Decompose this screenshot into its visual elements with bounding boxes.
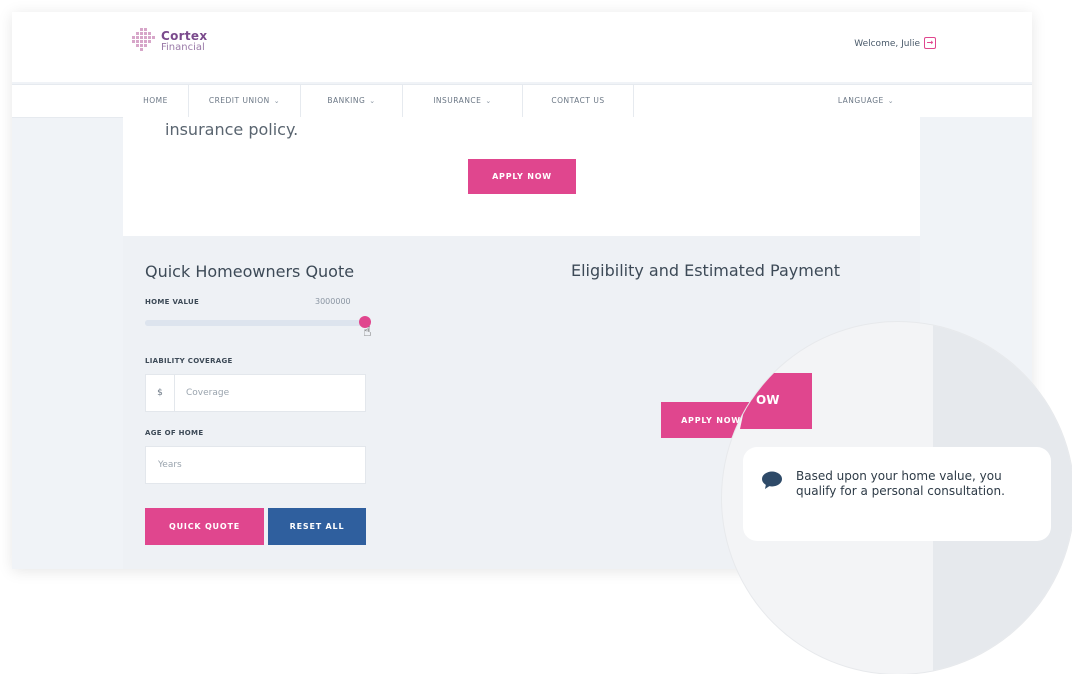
chevron-down-icon: ⌄ bbox=[887, 97, 895, 105]
main-nav: HOME CREDIT UNION ⌄ BANKING ⌄ INSURANCE ⌄ C… bbox=[12, 84, 1032, 118]
nav-home[interactable]: HOME bbox=[123, 85, 189, 117]
age-label: AGE OF HOME bbox=[145, 429, 204, 437]
nav-banking[interactable]: BANKING ⌄ bbox=[301, 85, 403, 117]
home-value-slider[interactable] bbox=[145, 320, 363, 326]
age-field[interactable]: Years bbox=[145, 446, 366, 484]
chat-bubble-icon bbox=[762, 471, 782, 489]
nav-home-label: HOME bbox=[143, 96, 168, 105]
consultation-tooltip: Based upon your home value, you qualify … bbox=[743, 447, 1051, 541]
apply-now-button[interactable]: APPLY NOW bbox=[468, 159, 576, 194]
header: Cortex Financial Welcome, Julie → bbox=[12, 12, 1032, 82]
home-value-readout: 3000000 bbox=[315, 297, 351, 306]
eligibility-title: Eligibility and Estimated Payment bbox=[571, 261, 841, 280]
reset-all-button[interactable]: RESET ALL bbox=[268, 508, 366, 545]
hand-cursor-icon: ☝ bbox=[363, 324, 372, 340]
brand-sub: Financial bbox=[161, 42, 205, 53]
nav-credit-union-label: CREDIT UNION bbox=[208, 96, 270, 105]
nav-banking-label: BANKING bbox=[327, 96, 366, 105]
quick-quote-button[interactable]: QUICK QUOTE bbox=[145, 508, 264, 545]
chevron-down-icon: ⌄ bbox=[369, 97, 376, 105]
slider-fill bbox=[145, 320, 363, 326]
chevron-down-icon: ⌄ bbox=[485, 97, 492, 105]
quote-title: Quick Homeowners Quote bbox=[145, 262, 355, 281]
nav-insurance-label: INSURANCE bbox=[433, 96, 482, 105]
age-placeholder: Years bbox=[158, 460, 182, 470]
nav-language[interactable]: LANGUAGE ⌄ bbox=[812, 85, 920, 117]
dollar-prefix: $ bbox=[146, 375, 175, 411]
magnified-button-text: OW bbox=[756, 393, 780, 407]
policy-section: insurance policy. APPLY NOW bbox=[123, 117, 920, 236]
policy-text: insurance policy. bbox=[165, 120, 299, 139]
liability-label: LIABILITY COVERAGE bbox=[145, 357, 233, 365]
brand-name[interactable]: Cortex bbox=[161, 29, 207, 43]
nav-contact-us[interactable]: CONTACT US bbox=[523, 85, 634, 117]
tooltip-text: Based upon your home value, you qualify … bbox=[796, 469, 1005, 498]
nav-credit-union[interactable]: CREDIT UNION ⌄ bbox=[189, 85, 301, 117]
welcome-text: Welcome, Julie bbox=[854, 39, 920, 49]
logo-icon bbox=[132, 28, 155, 51]
nav-language-label: LANGUAGE bbox=[837, 96, 884, 105]
coverage-placeholder: Coverage bbox=[186, 388, 230, 398]
home-value-label: HOME VALUE bbox=[145, 298, 200, 306]
magnified-apply-button: OW bbox=[746, 373, 812, 429]
sign-out-icon[interactable]: → bbox=[924, 37, 936, 49]
coverage-field[interactable]: $ Coverage bbox=[145, 374, 366, 412]
nav-contact-us-label: CONTACT US bbox=[551, 96, 605, 105]
nav-insurance[interactable]: INSURANCE ⌄ bbox=[403, 85, 523, 117]
chevron-down-icon: ⌄ bbox=[273, 97, 281, 105]
